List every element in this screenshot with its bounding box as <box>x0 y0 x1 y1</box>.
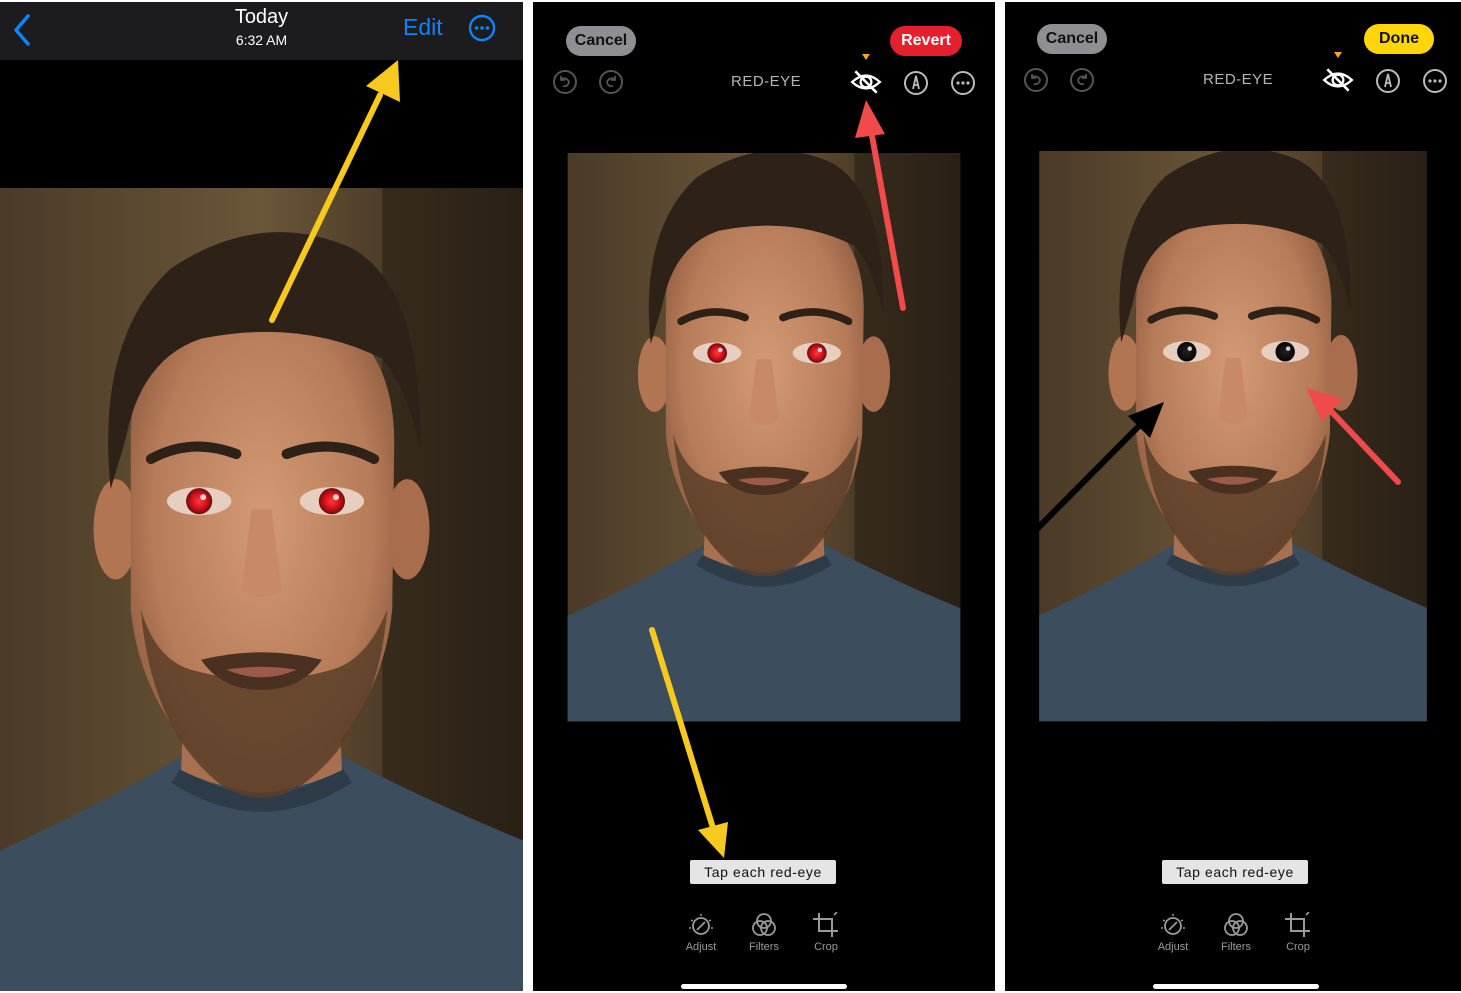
photo-viewer-panel: Today 6:32 AM Edit <box>0 2 523 991</box>
photo-header: Today 6:32 AM Edit <box>0 2 523 60</box>
filters-tool[interactable]: Filters <box>1211 912 1261 953</box>
eye-slash-icon[interactable] <box>1322 66 1354 94</box>
ellipsis-circle-icon[interactable] <box>468 14 496 42</box>
redo-icon[interactable] <box>598 69 624 95</box>
mode-label: RED-EYE <box>731 73 802 90</box>
ellipsis-circle-icon[interactable] <box>950 70 976 96</box>
revert-button[interactable]: Revert <box>890 26 962 56</box>
portrait-photo[interactable] <box>1005 151 1461 757</box>
crop-icon <box>1285 912 1310 937</box>
edit-button[interactable]: Edit <box>403 14 443 41</box>
cancel-button[interactable]: Cancel <box>1037 24 1107 54</box>
crop-icon <box>813 912 838 937</box>
filters-tool-label: Filters <box>749 941 779 953</box>
red-eye-edit-panel-fixed: Cancel Done RED-EYE Tap each red-eye Adj… <box>1005 2 1461 991</box>
instruction-hint: Tap each red-eye <box>1162 860 1308 884</box>
undo-icon[interactable] <box>552 69 578 95</box>
adjust-tool[interactable]: Adjust <box>676 912 726 953</box>
mode-label: RED-EYE <box>1203 71 1274 88</box>
filters-circles-icon <box>1224 913 1248 936</box>
red-eye-edit-panel: Cancel Revert RED-EYE Tap each red-eye A… <box>533 2 995 991</box>
active-tool-indicator <box>862 54 870 60</box>
home-indicator <box>681 984 847 989</box>
filters-circles-icon <box>752 913 776 936</box>
redo-icon[interactable] <box>1069 67 1095 93</box>
photo-time: 6:32 AM <box>235 32 288 48</box>
active-tool-indicator <box>1334 52 1342 58</box>
adjust-dial-icon <box>689 914 713 935</box>
filters-tool[interactable]: Filters <box>739 912 789 953</box>
portrait-photo <box>0 188 523 991</box>
eye-slash-icon[interactable] <box>850 68 882 96</box>
undo-icon[interactable] <box>1023 67 1049 93</box>
done-button[interactable]: Done <box>1364 24 1434 54</box>
instruction-hint: Tap each red-eye <box>690 860 836 884</box>
crop-tool[interactable]: Crop <box>801 912 851 953</box>
ellipsis-circle-icon[interactable] <box>1422 68 1448 94</box>
markup-pen-icon[interactable] <box>903 70 929 96</box>
photo-date-title: Today <box>234 6 289 28</box>
crop-tool-label: Crop <box>1286 941 1310 953</box>
cancel-button[interactable]: Cancel <box>566 26 636 56</box>
home-indicator <box>1153 984 1319 989</box>
adjust-tool-label: Adjust <box>685 941 717 953</box>
adjust-tool-label: Adjust <box>1157 941 1189 953</box>
adjust-dial-icon <box>1161 914 1185 935</box>
adjust-tool[interactable]: Adjust <box>1148 912 1198 953</box>
markup-pen-icon[interactable] <box>1375 68 1401 94</box>
portrait-photo[interactable] <box>533 153 995 757</box>
crop-tool[interactable]: Crop <box>1273 912 1323 953</box>
crop-tool-label: Crop <box>814 941 838 953</box>
filters-tool-label: Filters <box>1221 941 1251 953</box>
